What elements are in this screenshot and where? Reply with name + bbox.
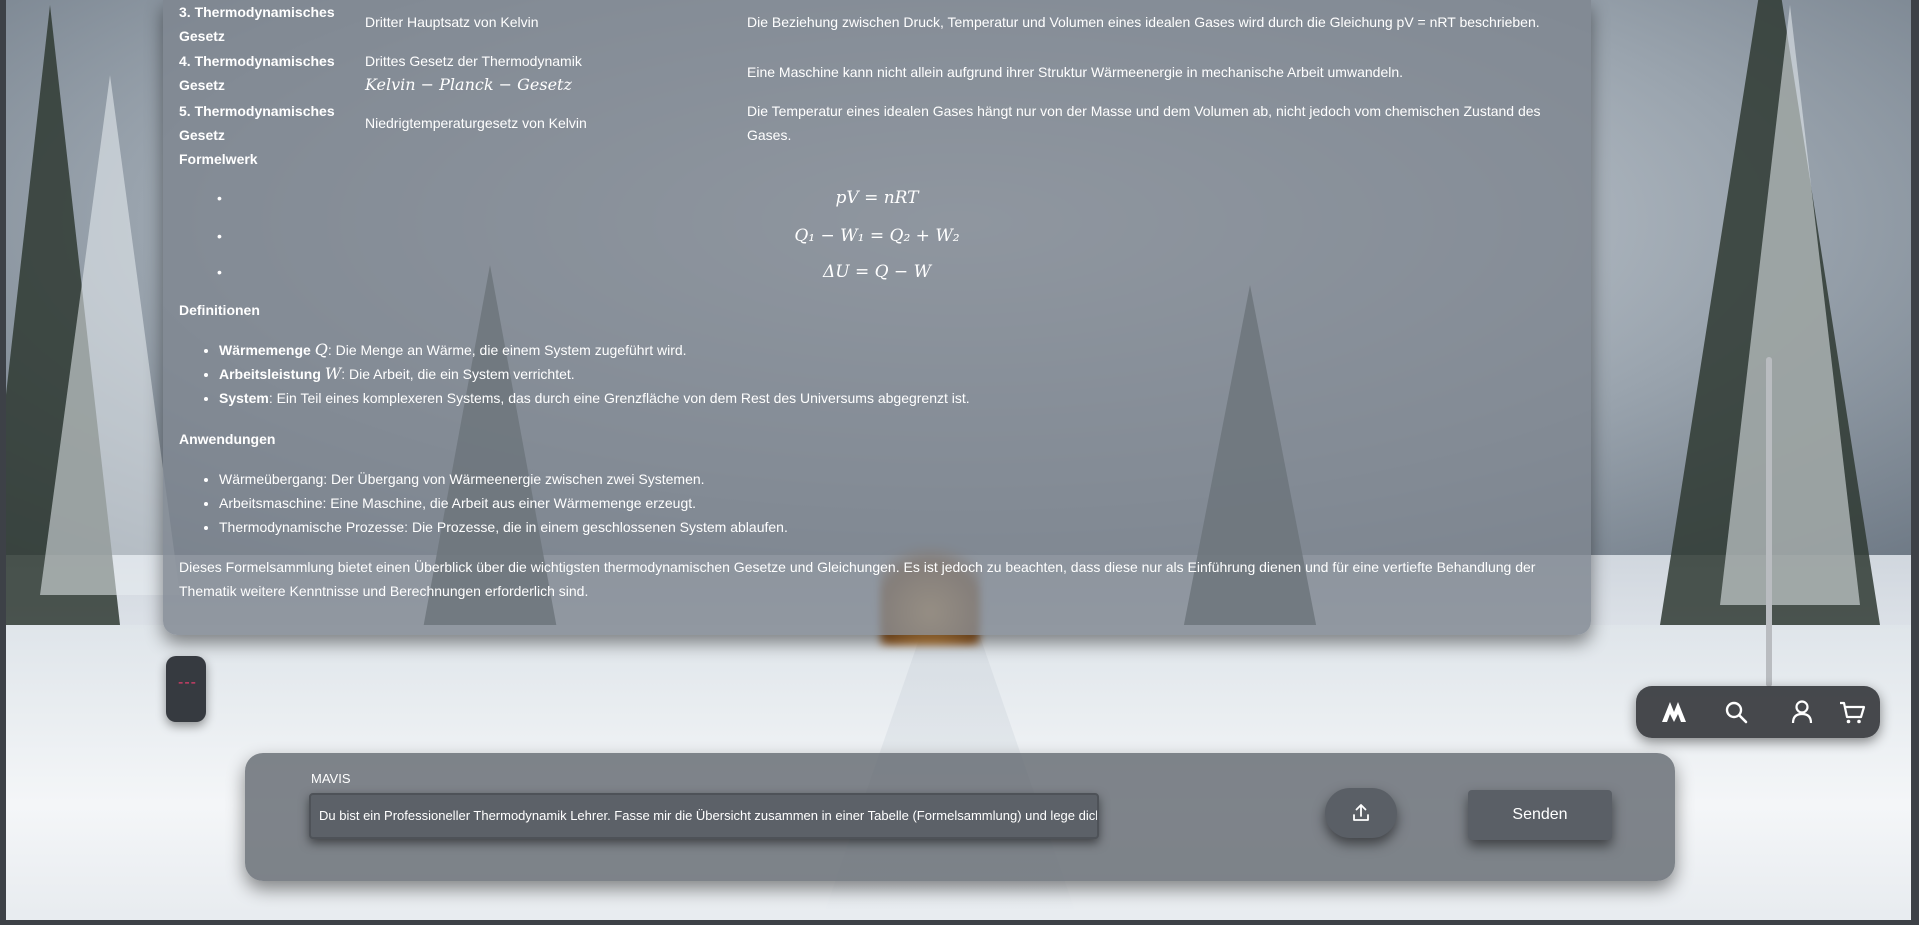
- law-title: Niedrigtemperaturgesetz von Kelvin: [365, 115, 587, 131]
- law-description: Die Beziehung zwischen Druck, Temperatur…: [747, 14, 1540, 30]
- law-title-cell: Drittes Gesetz der Thermodynamik Kelvin …: [365, 49, 695, 97]
- formula: pV = nRT: [835, 188, 919, 208]
- formula-item: • Q₁ − W₁ = Q₂ + W₂: [179, 224, 1575, 254]
- definition-term: System: [219, 390, 269, 406]
- law-title-math: Kelvin − Planck − Gesetz: [365, 75, 572, 94]
- law-name: 4. Thermodynamisches Gesetz: [179, 53, 335, 93]
- nav-bar: [1636, 686, 1880, 738]
- definitions-list: Wärmemenge Q: Die Menge an Wärme, die ei…: [179, 338, 970, 410]
- list-item: Arbeitsleistung W: Die Arbeit, die ein S…: [219, 362, 970, 386]
- applications-list: Wärmeübergang: Der Übergang von Wärmeene…: [179, 467, 788, 539]
- definition-text: : Die Arbeit, die ein System verrichtet.: [341, 366, 575, 382]
- law-name: 3. Thermodynamisches Gesetz: [179, 4, 335, 44]
- section-heading-anwendungen: Anwendungen: [179, 431, 276, 447]
- definition-text: : Ein Teil eines komplexeren Systems, da…: [268, 390, 970, 406]
- tree: [1720, 5, 1860, 605]
- scrollbar-thumb[interactable]: [1766, 357, 1772, 687]
- definition-symbol: W: [324, 364, 342, 383]
- cart-icon[interactable]: [1836, 696, 1868, 728]
- prompt-input[interactable]: Du bist ein Professioneller Thermodynami…: [309, 793, 1099, 839]
- side-toggle-tab[interactable]: ---: [166, 656, 206, 722]
- logo-icon[interactable]: [1658, 696, 1690, 728]
- list-item: Thermodynamische Prozesse: Die Prozesse,…: [219, 515, 788, 539]
- window-frame-left: [0, 0, 6, 925]
- search-icon[interactable]: [1720, 696, 1752, 728]
- upload-icon: [1353, 804, 1369, 821]
- formula-item: • ΔU = Q − W: [179, 260, 1575, 290]
- list-item: System: Ein Teil eines komplexeren Syste…: [219, 386, 970, 410]
- chat-composer: MAVIS Du bist ein Professioneller Thermo…: [245, 753, 1675, 881]
- send-button[interactable]: Senden: [1468, 790, 1612, 840]
- law-description: Die Temperatur eines idealen Gases hängt…: [747, 103, 1541, 143]
- chat-response-panel: 3. Thermodynamisches Gesetz Dritter Haup…: [163, 0, 1591, 635]
- section-heading-formelwerk: Formelwerk: [179, 151, 258, 167]
- formula: ΔU = Q − W: [822, 262, 932, 282]
- list-item: Wärmemenge Q: Die Menge an Wärme, die ei…: [219, 338, 970, 362]
- definition-symbol: Q: [314, 340, 328, 359]
- side-tab-glyph: ---: [178, 674, 197, 691]
- user-icon[interactable]: [1786, 696, 1818, 728]
- list-item: Arbeitsmaschine: Eine Maschine, die Arbe…: [219, 491, 788, 515]
- list-item: Wärmeübergang: Der Übergang von Wärmeene…: [219, 467, 788, 491]
- law-description: Eine Maschine kann nicht allein aufgrund…: [747, 64, 1404, 80]
- tree: [40, 75, 180, 595]
- window-frame-bottom: [0, 920, 1919, 925]
- summary-paragraph: Dieses Formelsammlung bietet einen Überb…: [179, 559, 1536, 599]
- scrollbar[interactable]: [1766, 357, 1772, 687]
- definition-text: : Die Menge an Wärme, die einem System z…: [327, 342, 687, 358]
- law-title: Dritter Hauptsatz von Kelvin: [365, 14, 539, 30]
- upload-button[interactable]: [1325, 788, 1397, 838]
- window-frame-right: [1911, 0, 1919, 925]
- law-name: 5. Thermodynamisches Gesetz: [179, 103, 335, 143]
- formula: Q₁ − W₁ = Q₂ + W₂: [794, 226, 960, 246]
- definition-term: Wärmemenge: [219, 342, 311, 358]
- definition-term: Arbeitsleistung: [219, 366, 321, 382]
- section-heading-definitionen: Definitionen: [179, 302, 260, 318]
- composer-label: MAVIS: [311, 771, 351, 786]
- formula-item: • pV = nRT: [179, 186, 1575, 216]
- law-title: Drittes Gesetz der Thermodynamik: [365, 53, 582, 69]
